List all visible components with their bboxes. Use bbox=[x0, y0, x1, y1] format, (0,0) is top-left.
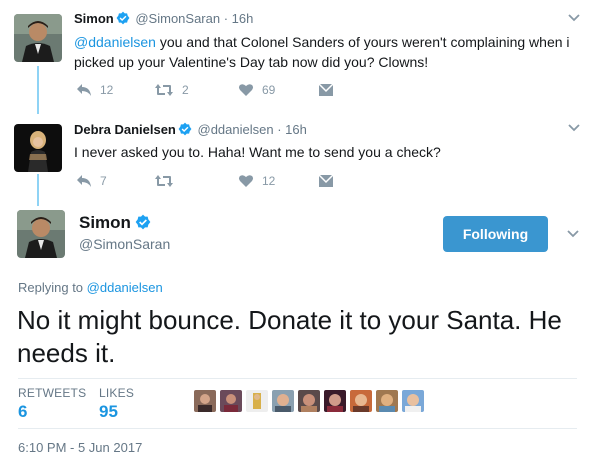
divider bbox=[18, 428, 577, 429]
liker-avatar[interactable] bbox=[272, 390, 294, 412]
chevron-down-icon[interactable] bbox=[566, 229, 580, 239]
dm-button[interactable] bbox=[318, 171, 342, 191]
tweet-time[interactable]: · 16h bbox=[277, 122, 307, 137]
liker-avatars bbox=[194, 390, 428, 412]
liker-avatar[interactable] bbox=[246, 390, 268, 412]
retweet-button[interactable]: 2 bbox=[154, 80, 189, 100]
liker-avatar[interactable] bbox=[194, 390, 216, 412]
verified-icon bbox=[178, 122, 192, 136]
tweet-time[interactable]: · 16h bbox=[224, 11, 254, 26]
tweet-header: Simon @SimonSaran · 16h bbox=[74, 11, 253, 26]
reply-count: 12 bbox=[100, 83, 114, 97]
author-handle[interactable]: @SimonSaran bbox=[79, 236, 170, 252]
author-handle[interactable]: @SimonSaran bbox=[135, 11, 220, 26]
like-button[interactable]: 69 bbox=[238, 80, 275, 100]
author-handle[interactable]: @ddanielsen bbox=[198, 122, 274, 137]
avatar[interactable] bbox=[14, 124, 62, 172]
tweet-simon-1[interactable]: Simon @SimonSaran · 16h @ddanielsen you … bbox=[0, 0, 594, 110]
tweet-debra[interactable]: Debra Danielsen @ddanielsen · 16h I neve… bbox=[0, 110, 594, 205]
author-name[interactable]: Simon bbox=[79, 213, 153, 233]
avatar[interactable] bbox=[14, 14, 62, 62]
mention-link[interactable]: @ddanielsen bbox=[87, 280, 163, 295]
reply-count: 7 bbox=[100, 174, 107, 188]
liker-avatar[interactable] bbox=[402, 390, 424, 412]
like-count: 12 bbox=[262, 174, 276, 188]
retweets-count[interactable]: 6 bbox=[18, 402, 27, 422]
like-button[interactable]: 12 bbox=[238, 171, 275, 191]
author-name[interactable]: Debra Danielsen bbox=[74, 122, 176, 137]
author-name-text: Simon bbox=[79, 213, 131, 232]
avatar[interactable] bbox=[17, 210, 65, 258]
replying-prefix: Replying to bbox=[18, 280, 87, 295]
retweets-label[interactable]: RETWEETS bbox=[18, 386, 86, 400]
reply-button[interactable]: 7 bbox=[76, 171, 107, 191]
tweet-header: Debra Danielsen @ddanielsen · 16h bbox=[74, 122, 307, 137]
dm-button[interactable] bbox=[318, 80, 342, 100]
likes-label[interactable]: LIKES bbox=[99, 386, 134, 400]
dm-icon bbox=[318, 174, 334, 187]
divider bbox=[18, 378, 577, 379]
like-count: 69 bbox=[262, 83, 276, 97]
retweet-icon bbox=[155, 175, 173, 187]
tweet-text: @ddanielsen you and that Colonel Sanders… bbox=[74, 32, 574, 72]
verified-icon bbox=[135, 214, 151, 230]
liker-avatar[interactable] bbox=[376, 390, 398, 412]
liker-avatar[interactable] bbox=[324, 390, 346, 412]
chevron-down-icon[interactable] bbox=[567, 13, 581, 23]
heart-icon bbox=[239, 84, 253, 96]
mention-link[interactable]: @ddanielsen bbox=[74, 34, 156, 50]
tweet-text: No it might bounce. Donate it to your Sa… bbox=[17, 305, 562, 368]
tweet-text: I never asked you to. Haha! Want me to s… bbox=[74, 144, 441, 160]
chevron-down-icon[interactable] bbox=[567, 123, 581, 133]
liker-avatar[interactable] bbox=[350, 390, 372, 412]
liker-avatar[interactable] bbox=[220, 390, 242, 412]
retweet-icon bbox=[155, 84, 173, 96]
reply-icon bbox=[77, 175, 91, 187]
retweet-button[interactable] bbox=[154, 171, 182, 191]
dm-icon bbox=[318, 83, 334, 96]
liker-avatar[interactable] bbox=[298, 390, 320, 412]
verified-icon bbox=[116, 11, 130, 25]
author-name[interactable]: Simon bbox=[74, 11, 114, 26]
replying-to: Replying to @ddanielsen bbox=[18, 280, 163, 295]
following-button[interactable]: Following bbox=[443, 216, 548, 252]
likes-count[interactable]: 95 bbox=[99, 402, 118, 422]
retweet-count: 2 bbox=[182, 83, 189, 97]
reply-button[interactable]: 12 bbox=[76, 80, 113, 100]
heart-icon bbox=[239, 175, 253, 187]
tweet-timestamp[interactable]: 6:10 PM - 5 Jun 2017 bbox=[18, 440, 142, 455]
reply-icon bbox=[77, 84, 91, 96]
